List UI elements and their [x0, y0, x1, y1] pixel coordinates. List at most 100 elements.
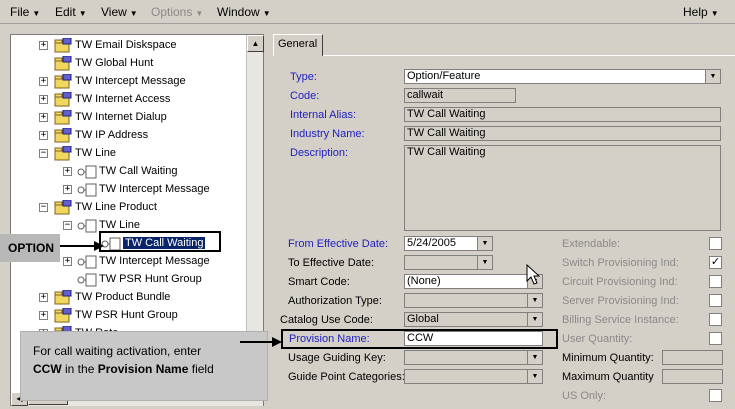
internal-alias-field[interactable]: TW Call Waiting — [404, 107, 721, 122]
tree-item-label: TW Product Bundle — [75, 291, 171, 303]
minimum-quantity-field[interactable] — [662, 350, 723, 365]
expand-icon[interactable]: + — [39, 95, 48, 104]
tree-item[interactable]: + TW Internet Dialup — [11, 109, 247, 127]
expand-icon[interactable]: + — [39, 113, 48, 122]
menu-edit[interactable]: Edit ▼ — [55, 5, 87, 19]
collapse-icon[interactable]: − — [63, 221, 72, 230]
tree-item[interactable]: + TW Internet Access — [11, 91, 247, 109]
billing-service-instance-label: Billing Service Instance: — [562, 314, 679, 326]
maximum-quantity-field[interactable] — [662, 369, 723, 384]
tree-item[interactable]: + TW IP Address — [11, 127, 247, 145]
option-node-icon — [77, 272, 97, 287]
to-effective-date-field[interactable]: ▼ — [404, 255, 493, 270]
tree-item[interactable]: + TW PSR Hunt Group — [11, 307, 247, 325]
minimum-quantity-label: Minimum Quantity: — [562, 352, 654, 364]
to-effective-date-label: To Effective Date: — [288, 257, 375, 269]
menu-view[interactable]: View ▼ — [101, 5, 138, 19]
circuit-provisioning-checkbox[interactable] — [709, 275, 722, 288]
expand-icon[interactable]: + — [39, 131, 48, 140]
tree-item-label: TW PSR Hunt Group — [99, 273, 202, 285]
tree-item[interactable]: TW Global Hunt — [11, 55, 247, 73]
expand-icon[interactable]: + — [39, 77, 48, 86]
product-folder-icon — [53, 37, 72, 53]
product-folder-icon — [53, 199, 72, 215]
expand-icon[interactable]: + — [39, 41, 48, 50]
menu-help[interactable]: Help ▼ — [683, 5, 719, 19]
usage-guiding-key-select[interactable]: ▼ — [404, 350, 543, 365]
product-folder-icon — [53, 73, 72, 89]
note-line-2: CCW in the Provision Name field — [33, 362, 214, 376]
usage-guiding-key-label: Usage Guiding Key: — [288, 352, 386, 364]
collapse-icon[interactable]: − — [39, 203, 48, 212]
instruction-note: For call waiting activation, enter CCW i… — [20, 331, 268, 401]
tree-item[interactable]: + TW Product Bundle — [11, 289, 247, 307]
tree-item-label: TW Line — [75, 147, 116, 159]
billing-service-instance-checkbox[interactable] — [709, 313, 722, 326]
tree-item-label: TW Internet Dialup — [75, 111, 167, 123]
product-folder-icon — [53, 109, 72, 125]
menu-options[interactable]: Options ▼ — [151, 5, 203, 19]
collapse-icon[interactable]: − — [39, 149, 48, 158]
smart-code-select[interactable]: (None)▼ — [404, 274, 543, 289]
internal-alias-label: Internal Alias: — [290, 109, 357, 121]
tree-item[interactable]: + TW Email Diskspace — [11, 37, 247, 55]
menu-file[interactable]: File ▼ — [10, 5, 40, 19]
tree-item[interactable]: − TW Line Product — [11, 199, 247, 217]
circuit-provisioning-label: Circuit Provisioning Ind: — [562, 276, 678, 288]
tree-item-label: TW Line — [99, 219, 140, 231]
scroll-up-button[interactable]: ▲ — [247, 35, 264, 52]
catalog-use-code-select[interactable]: Global ▼ — [404, 312, 543, 327]
option-node-icon — [77, 182, 97, 197]
description-field[interactable]: TW Call Waiting — [404, 145, 721, 231]
authorization-type-select[interactable]: ▼ — [404, 293, 543, 308]
tree-item-label: TW Internet Access — [75, 93, 171, 105]
industry-name-field[interactable]: TW Call Waiting — [404, 126, 721, 141]
product-folder-icon — [53, 145, 72, 161]
provision-name-field[interactable]: CCW — [404, 331, 543, 346]
product-folder-icon — [53, 55, 72, 71]
chevron-down-icon: ▼ — [527, 351, 542, 364]
product-folder-icon — [53, 307, 72, 323]
expand-icon[interactable]: + — [63, 185, 72, 194]
switch-provisioning-checkbox[interactable]: ✓ — [709, 256, 722, 269]
tree-item-label: TW Intercept Message — [99, 255, 210, 267]
expand-icon[interactable]: + — [63, 167, 72, 176]
code-field[interactable]: callwait — [404, 88, 516, 103]
menu-window[interactable]: Window ▼ — [217, 5, 271, 19]
user-quantity-checkbox[interactable] — [709, 332, 722, 345]
catalog-use-code-label: Catalog Use Code: — [280, 314, 373, 326]
tree-item[interactable]: − TW Line — [11, 145, 247, 163]
type-label: Type: — [290, 71, 317, 83]
server-provisioning-checkbox[interactable] — [709, 294, 722, 307]
chevron-down-icon: ▼ — [477, 237, 492, 250]
option-arrow — [60, 241, 104, 251]
guide-point-categories-select[interactable]: ▼ — [404, 369, 543, 384]
expand-icon[interactable]: + — [63, 257, 72, 266]
tree-item-label: TW Email Diskspace — [75, 39, 177, 51]
expand-icon[interactable]: + — [39, 293, 48, 302]
tree-item-label: TW Intercept Message — [99, 183, 210, 195]
from-effective-date-label: From Effective Date: — [288, 238, 389, 250]
extendable-checkbox[interactable] — [709, 237, 722, 250]
chevron-down-icon: ▼ — [527, 313, 542, 326]
tree-item[interactable]: TW PSR Hunt Group — [11, 271, 247, 289]
tree-item-label: TW IP Address — [75, 129, 149, 141]
us-only-checkbox[interactable] — [709, 389, 722, 402]
tree-item-label: TW Call Waiting — [99, 165, 178, 177]
smart-code-label: Smart Code: — [288, 276, 350, 288]
chevron-down-icon: ▼ — [477, 256, 492, 269]
description-label: Description: — [290, 147, 349, 159]
tab-general[interactable]: General — [273, 34, 323, 56]
tree-item[interactable]: + TW Intercept Message — [11, 181, 247, 199]
option-node-icon — [77, 254, 97, 269]
option-callout-tag: OPTION — [0, 234, 60, 262]
expand-icon[interactable]: + — [39, 311, 48, 320]
provision-name-label: Provision Name: — [289, 333, 370, 345]
tree-item[interactable]: + TW Intercept Message — [11, 73, 247, 91]
industry-name-label: Industry Name: — [290, 128, 365, 140]
from-effective-date-field[interactable]: 5/24/2005 ▼ — [404, 236, 493, 251]
option-node-icon — [77, 218, 97, 233]
tree-item[interactable]: + TW Call Waiting — [11, 163, 247, 181]
type-select[interactable]: Option/Feature ▼ — [404, 69, 721, 84]
chevron-down-icon: ▼ — [527, 294, 542, 307]
